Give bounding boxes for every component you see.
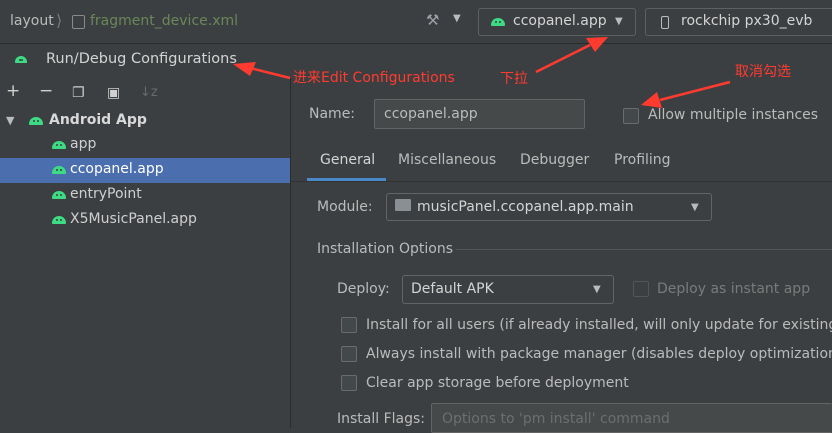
annotation-edit-config: 进来Edit Configurations — [293, 70, 455, 86]
annotation-uncheck: 取消勾选 — [735, 64, 791, 80]
annotation-arrows — [233, 37, 731, 108]
annotation-dropdown: 下拉 — [500, 71, 528, 87]
